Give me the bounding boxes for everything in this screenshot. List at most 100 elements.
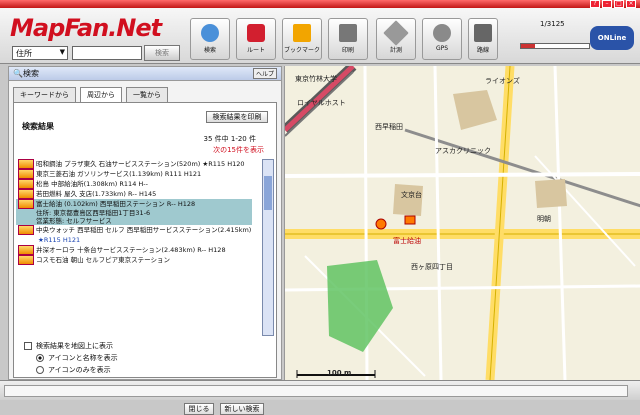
list-item-text: 若田燃料 屋久 支店(1.733km) R-- H145	[36, 190, 157, 198]
map-label: 富士給油	[393, 237, 421, 245]
address-search-input[interactable]	[72, 46, 142, 60]
list-item-text: ★R115 H121	[38, 236, 81, 244]
tab-nearby[interactable]: 周辺から	[80, 87, 122, 102]
route-map-tool-button[interactable]: 路線	[468, 18, 498, 60]
search-results-panel: 検索結果 検索結果を印刷 35 件中 1-20 件 次の15件を表示 昭和鋼油 …	[13, 102, 277, 415]
station-icon	[18, 169, 34, 179]
icon-only-radio[interactable]	[36, 366, 44, 374]
gps-tool-button[interactable]: GPS	[422, 18, 462, 60]
map-view[interactable]: 東京竹林大学 ロイヤルホスト 西早稲田 アスカクリニック ライオンズ 文京台 富…	[284, 66, 640, 380]
map-label: 文京台	[401, 191, 422, 199]
next-page-link[interactable]: 次の15件を表示	[213, 145, 264, 155]
zoom-slider-fill	[521, 44, 535, 48]
route-tool-button[interactable]: ルート	[236, 18, 276, 60]
map-label: アスカクリニック	[435, 147, 491, 155]
scale-label: 1/3125	[540, 20, 565, 28]
help-button[interactable]: ヘルプ	[252, 68, 277, 79]
help-window-button[interactable]: ?	[590, 0, 600, 8]
ruler-icon	[383, 20, 409, 46]
list-item[interactable]: コスモ石油 朝山 セルフピア東京ステーション	[16, 255, 252, 265]
online-badge[interactable]: ONLine	[590, 26, 634, 50]
list-item-text: 井深オーロラ 十条台サービスステーション(2.483km) R-- H128	[36, 246, 226, 254]
footer	[0, 380, 640, 400]
bookmark-tool-label: ブックマーク	[283, 47, 320, 54]
station-icon	[18, 199, 34, 209]
list-item-text: 松島 中部給油所(1.308km) R114 H--	[36, 180, 148, 188]
list-item-sub: ★R115 H121	[16, 235, 252, 245]
print-tool-button[interactable]: 印刷	[328, 18, 368, 60]
type-label: 営業形態:	[36, 217, 65, 225]
print-tool-label: 印刷	[341, 47, 354, 54]
tab-keyword[interactable]: キーワードから	[13, 87, 76, 102]
route-map-tool-label: 路線	[476, 47, 489, 54]
station-icon	[18, 159, 34, 169]
station-icon	[18, 189, 34, 199]
scroll-thumb[interactable]	[264, 176, 272, 210]
printer-icon	[339, 24, 357, 42]
list-item-text: 東京三菱石油 ガソリンサービス(1.139km) R111 H121	[36, 170, 202, 178]
search-icon	[201, 24, 219, 42]
search-panel-header: 🔍 検索 ヘルプ	[9, 67, 281, 81]
selected-list-item[interactable]: 富士給油 (0.102km) 西早稲田ステーション R-- H128	[16, 199, 252, 209]
mapfan-logo: MapFan.Net	[10, 14, 162, 42]
station-icon	[18, 225, 34, 235]
measure-tool-label: 計測	[389, 47, 402, 54]
zoom-slider[interactable]	[520, 43, 590, 49]
results-scrollbar[interactable]	[262, 159, 274, 336]
title-bar	[0, 0, 640, 8]
map-label: 明朝	[537, 215, 551, 223]
new-search-button[interactable]: 新しい検索	[220, 403, 264, 415]
map-display-options: 検索結果を地図上に表示 アイコンと名称を表示 アイコンのみを表示	[24, 340, 118, 376]
map-label: ロイヤルホスト	[297, 99, 346, 107]
selected-type-row: 営業形態: セルフサービス	[16, 217, 252, 225]
results-count: 35 件中 1-20 件	[203, 135, 256, 143]
icon-and-name-label: アイコンと名称を表示	[48, 354, 118, 362]
show-on-map-checkbox[interactable]	[24, 342, 32, 350]
selected-address-row: 住所: 東京都豊島区西早稲田1丁目31-6	[16, 209, 252, 217]
results-list: 昭和鋼油 プラザ東久 石油サービスステーション(520m) ★R115 H120…	[16, 159, 252, 336]
status-bar	[4, 385, 628, 397]
address-value: 東京都豊島区西早稲田1丁目31-6	[53, 209, 151, 217]
address-search-button[interactable]: 検索	[144, 45, 180, 61]
window-controls: ? – □ ×	[590, 0, 636, 8]
header: MapFan.Net 住所 検索 検索 ルート ブックマーク 印刷 計測 GPS…	[0, 8, 640, 64]
tab-list[interactable]: 一覧から	[126, 87, 168, 102]
search-icon: 🔍	[13, 69, 23, 78]
search-tabs: キーワードから 周辺から 一覧から	[13, 87, 277, 102]
list-item-text: 富士給油 (0.102km) 西早稲田ステーション R-- H128	[36, 200, 196, 208]
list-item-text: 昭和鋼油 プラザ東久 石油サービスステーション(520m) ★R115 H120	[36, 160, 245, 168]
list-item[interactable]: 松島 中部給油所(1.308km) R114 H--	[16, 179, 252, 189]
show-on-map-label: 検索結果を地図上に表示	[36, 342, 113, 350]
search-tool-button[interactable]: 検索	[190, 18, 230, 60]
station-icon	[18, 179, 34, 189]
bookmark-tool-button[interactable]: ブックマーク	[282, 18, 322, 60]
map-label: 西ヶ原四丁目	[411, 263, 453, 271]
car-icon	[247, 24, 265, 42]
minimize-window-button[interactable]: –	[602, 0, 612, 8]
measure-tool-button[interactable]: 計測	[376, 18, 416, 60]
list-item[interactable]: 井深オーロラ 十条台サービスステーション(2.483km) R-- H128	[16, 245, 252, 255]
list-item[interactable]: 昭和鋼油 プラザ東久 石油サービスステーション(520m) ★R115 H120	[16, 159, 252, 169]
map-canvas	[285, 66, 640, 380]
station-icon	[18, 245, 34, 255]
station-icon	[18, 255, 34, 265]
route-icon	[474, 24, 492, 42]
list-item[interactable]: 中央ウォッチ 西早稲田 セルフ 西早稲田サービスステーション(2.415km)	[16, 225, 252, 235]
list-item[interactable]: 東京三菱石油 ガソリンサービス(1.139km) R111 H121	[16, 169, 252, 179]
bookmark-icon	[293, 24, 311, 42]
close-window-button[interactable]: ×	[626, 0, 636, 8]
map-label: 東京竹林大学	[295, 75, 337, 83]
list-item[interactable]: 若田燃料 屋久 支店(1.733km) R-- H145	[16, 189, 252, 199]
gps-tool-label: GPS	[435, 45, 449, 52]
type-value: セルフサービス	[66, 217, 112, 225]
map-label: ライオンズ	[485, 77, 520, 85]
address-type-select[interactable]: 住所	[12, 46, 68, 60]
close-button[interactable]: 閉じる	[184, 403, 214, 415]
maximize-window-button[interactable]: □	[614, 0, 624, 8]
print-results-button[interactable]: 検索結果を印刷	[206, 111, 268, 123]
icon-and-name-radio[interactable]	[36, 354, 44, 362]
results-title: 検索結果	[22, 122, 54, 131]
scale-bar-label: 100 m	[327, 369, 352, 377]
gps-icon	[433, 24, 451, 42]
route-tool-label: ルート	[246, 47, 265, 54]
